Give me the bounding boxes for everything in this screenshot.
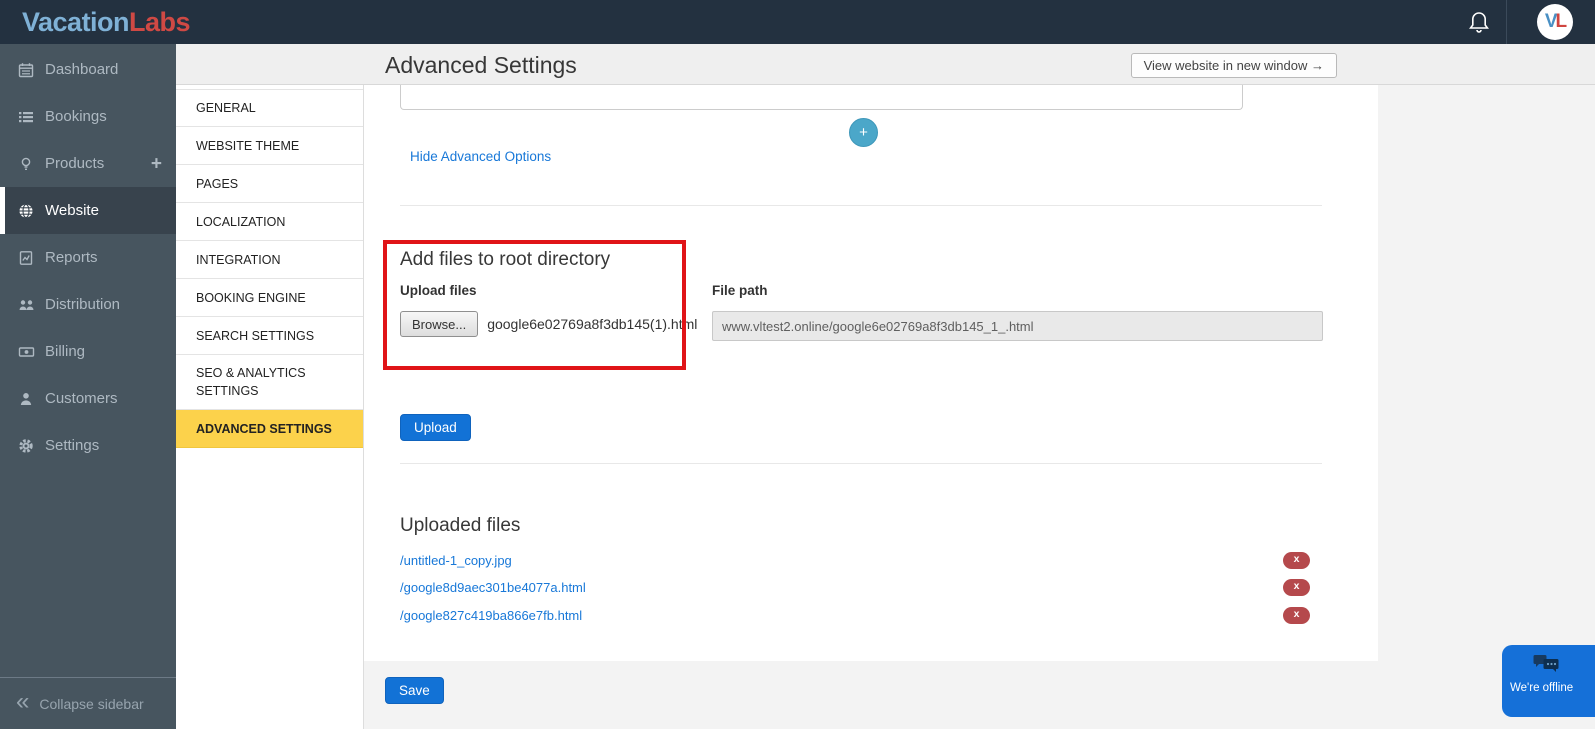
vacationlabs-logo[interactable]: VacationLabs	[22, 7, 191, 38]
top-bar: VacationLabs VL	[0, 0, 1595, 44]
tab-pages[interactable]: PAGES	[176, 165, 363, 204]
uploaded-file-link[interactable]: /google827c419ba866e7fb.html	[400, 608, 582, 623]
selected-filename: google6e02769a8f3db145(1).html	[487, 316, 698, 332]
file-picker: Browse... google6e02769a8f3db145(1).html	[400, 311, 697, 337]
tab-localization[interactable]: LOCALIZATION	[176, 203, 363, 242]
file-path-input[interactable]	[712, 311, 1323, 341]
add-files-heading: Add files to root directory	[400, 249, 611, 270]
gear-icon	[18, 438, 38, 454]
sidebar-item-products[interactable]: Products +	[0, 140, 176, 187]
report-icon	[18, 250, 38, 266]
sidebar-item-settings[interactable]: Settings	[0, 422, 176, 469]
sidebar-item-label: Products	[45, 155, 105, 172]
double-chevron-left-icon: «	[16, 688, 30, 715]
tab-search-settings[interactable]: SEARCH SETTINGS	[176, 317, 363, 356]
avatar-letter-l: L	[1555, 11, 1568, 32]
add-option-button[interactable]: +	[849, 118, 878, 147]
tab-booking-engine[interactable]: BOOKING ENGINE	[176, 279, 363, 318]
sidebar-item-label: Website	[45, 202, 99, 219]
billing-icon	[18, 344, 38, 360]
add-product-plus-icon[interactable]: +	[151, 154, 162, 173]
logo-text-vacation: Vacation	[22, 7, 130, 37]
sidebar-item-website[interactable]: Website	[0, 187, 176, 234]
sidebar-item-dashboard[interactable]: Dashboard	[0, 46, 176, 93]
uploaded-file-link[interactable]: /untitled-1_copy.jpg	[400, 553, 512, 568]
page-title: Advanced Settings	[385, 52, 577, 78]
file-path-label: File path	[712, 283, 768, 298]
tab-integration[interactable]: INTEGRATION	[176, 241, 363, 280]
tab-seo-analytics-settings[interactable]: SEO & ANALYTICS SETTINGS	[176, 355, 363, 411]
sidebar-item-label: Bookings	[45, 108, 107, 125]
globe-icon	[18, 203, 38, 219]
tab-general[interactable]: GENERAL	[176, 89, 363, 128]
uploaded-file-row: /untitled-1_copy.jpg x	[400, 546, 1322, 574]
calendar-icon	[18, 62, 38, 78]
view-website-button[interactable]: View website in new window →	[1130, 53, 1337, 78]
notifications-button[interactable]	[1462, 8, 1496, 36]
sidebar-item-reports[interactable]: Reports	[0, 234, 176, 281]
section-divider	[400, 463, 1322, 464]
avatar-letter-v: V	[1544, 11, 1558, 32]
uploaded-file-row: /google827c419ba866e7fb.html x	[400, 601, 1322, 629]
sidebar-items: Dashboard Bookings Products + Website Re…	[0, 46, 176, 469]
account-avatar[interactable]: VL	[1537, 4, 1573, 40]
chat-widget[interactable]: We're offline	[1502, 645, 1595, 717]
chat-bubbles-icon	[1532, 653, 1562, 677]
settings-tab-list: GENERAL WEBSITE THEME PAGES LOCALIZATION…	[176, 89, 363, 449]
sidebar-item-billing[interactable]: Billing	[0, 328, 176, 375]
customer-icon	[18, 391, 38, 407]
sidebar-item-label: Customers	[45, 390, 118, 407]
bell-icon	[1468, 10, 1490, 34]
delete-file-button[interactable]: x	[1283, 606, 1310, 624]
chat-status-text: We're offline	[1510, 682, 1574, 694]
collapse-sidebar-label: Collapse sidebar	[39, 695, 144, 712]
bookings-list-icon	[18, 109, 38, 125]
hide-advanced-options-link[interactable]: Hide Advanced Options	[410, 149, 551, 164]
upload-files-label: Upload files	[400, 283, 477, 298]
sidebar-item-label: Distribution	[45, 296, 121, 313]
sidebar-item-label: Reports	[45, 249, 98, 266]
browse-button[interactable]: Browse...	[400, 311, 479, 337]
delete-file-button[interactable]: x	[1283, 551, 1310, 569]
save-button[interactable]: Save	[385, 677, 444, 704]
lightbulb-icon	[18, 156, 38, 172]
uploaded-files-heading: Uploaded files	[400, 515, 521, 536]
main-sidebar: Dashboard Bookings Products + Website Re…	[0, 44, 176, 729]
delete-file-button[interactable]: x	[1283, 578, 1310, 596]
website-settings-nav: GENERAL WEBSITE THEME PAGES LOCALIZATION…	[176, 85, 364, 729]
upload-button[interactable]: Upload	[400, 414, 471, 441]
sidebar-item-label: Settings	[45, 437, 100, 454]
uploaded-file-row: /google8d9aec301be4077a.html x	[400, 573, 1322, 601]
advanced-option-input[interactable]	[400, 85, 1243, 110]
section-divider	[400, 205, 1322, 206]
topbar-divider	[1506, 0, 1507, 44]
tab-advanced-settings[interactable]: ADVANCED SETTINGS	[176, 410, 363, 449]
page: { "topbar": { "logo": { "part1": "Vacati…	[0, 0, 1595, 729]
sidebar-item-bookings[interactable]: Bookings	[0, 93, 176, 140]
logo-text-labs: Labs	[129, 7, 191, 37]
tab-website-theme[interactable]: WEBSITE THEME	[176, 127, 363, 166]
advanced-settings-panel: + Hide Advanced Options Add files to roo…	[364, 85, 1378, 661]
sidebar-item-label: Billing	[45, 343, 86, 360]
sidebar-item-label: Dashboard	[45, 61, 119, 78]
sidebar-item-distribution[interactable]: Distribution	[0, 281, 176, 328]
uploaded-file-link[interactable]: /google8d9aec301be4077a.html	[400, 580, 586, 595]
collapse-sidebar-button[interactable]: « Collapse sidebar	[0, 677, 176, 729]
distribution-users-icon	[18, 297, 38, 313]
sidebar-item-customers[interactable]: Customers	[0, 375, 176, 422]
